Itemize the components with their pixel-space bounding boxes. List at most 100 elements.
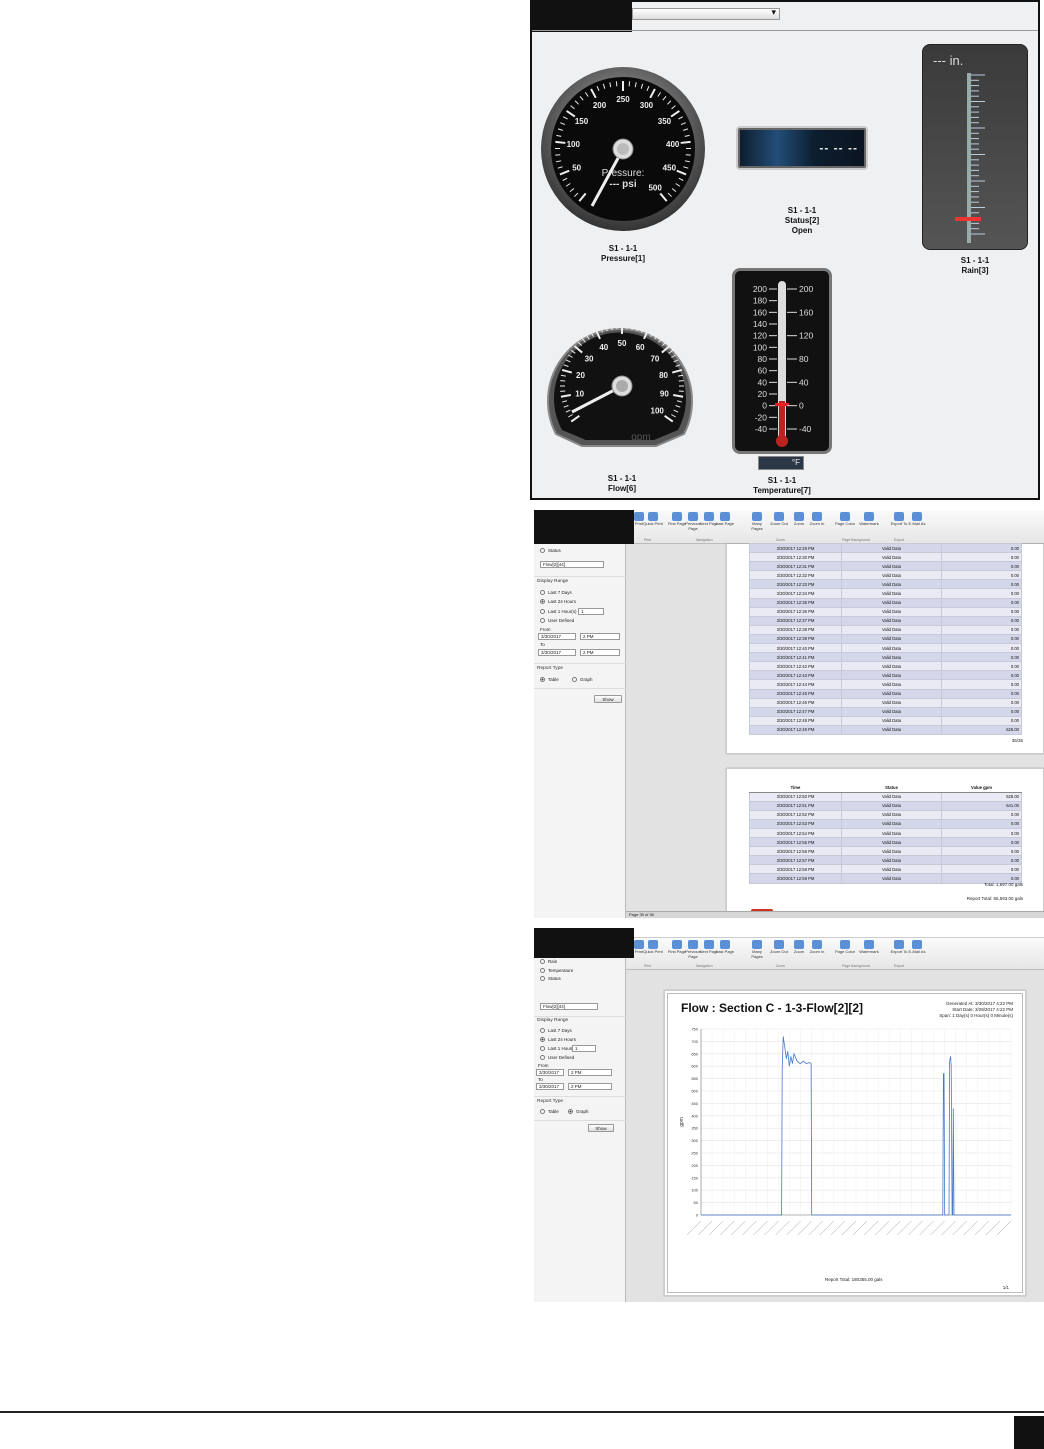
ribbon-button[interactable]: Zoom In <box>806 940 828 955</box>
from-date-field[interactable]: 3/30/2017 <box>536 1069 564 1076</box>
radio-icon[interactable] <box>540 959 545 964</box>
radio-selected-icon[interactable] <box>540 677 545 682</box>
to-time-field[interactable]: 2 PM <box>568 1083 612 1090</box>
temperature-caption-line2: Temperature[7] <box>753 486 811 495</box>
radio-selected-icon[interactable] <box>568 1109 573 1114</box>
report-type-header: Report Type <box>537 1099 564 1104</box>
ribbon-button[interactable]: Last Page <box>714 512 736 527</box>
x-tick-mark <box>808 1220 823 1236</box>
ribbon-button[interactable]: Watermark <box>858 940 880 955</box>
table-cell: 3/30/2017 12:54 PM <box>749 827 842 839</box>
report-type-table[interactable]: Table <box>540 677 559 682</box>
table-cell: Valid Data <box>841 679 942 690</box>
sensor-dropdown[interactable]: Flow[2][44] <box>540 1003 598 1010</box>
ribbon-group-label: Navigation <box>696 538 713 542</box>
status-radio-icon[interactable] <box>540 548 545 553</box>
show-button[interactable]: Show <box>588 1124 614 1132</box>
table-cell: 628.00 <box>941 791 1022 802</box>
to-date-value: 3/30/2017 <box>541 650 562 655</box>
ribbon-button[interactable]: Zoom Out <box>768 512 790 527</box>
radio-icon[interactable] <box>540 1046 545 1051</box>
radio-icon[interactable] <box>540 618 545 623</box>
range-option-label: Last 24 Hours <box>548 1037 577 1042</box>
from-time-field[interactable]: 2 PM <box>580 633 620 640</box>
table-cell: 0.00 <box>941 688 1022 699</box>
temp-left-label: -20 <box>755 412 768 422</box>
x-tick-mark <box>863 1220 879 1236</box>
flow-tick-label: 70 <box>650 354 659 363</box>
sensor-type-radio[interactable]: Rain <box>540 959 557 964</box>
table-cell: 0.00 <box>941 579 1022 590</box>
sensor-dropdown[interactable]: Flow[2][44] <box>540 561 604 568</box>
radio-icon[interactable] <box>540 967 545 973</box>
ribbon-button[interactable]: Page Color <box>834 512 856 527</box>
radio-icon[interactable] <box>540 1055 545 1060</box>
sensor-type-radio[interactable]: Temperature <box>540 967 573 973</box>
table-cell: 0.00 <box>941 864 1022 875</box>
table-row: 3/30/2017 12:58 PM Valid Data 0.00 <box>749 864 1022 875</box>
ribbon-button[interactable]: Watermark <box>858 512 880 527</box>
ribbon-button[interactable]: E-Mail As <box>906 512 928 527</box>
radio-icon[interactable] <box>540 609 545 614</box>
header-divider <box>532 30 1038 31</box>
sidebar-divider <box>534 663 626 664</box>
report-type-graph[interactable]: Graph <box>568 1109 589 1114</box>
status-radio[interactable]: Status <box>540 548 561 553</box>
section-dropdown[interactable] <box>632 7 780 20</box>
hours-stepper[interactable]: 1 <box>578 608 604 615</box>
radio-icon[interactable] <box>540 590 545 595</box>
sensor-type-radio[interactable]: Status <box>540 976 561 981</box>
to-date-field[interactable]: 3/30/2017 <box>538 649 576 656</box>
radio-icon[interactable] <box>540 976 545 981</box>
range-last-7-days[interactable]: Last 7 Days <box>540 590 572 595</box>
range-user-defined[interactable]: User Defined <box>540 1055 574 1060</box>
show-button[interactable]: Show <box>594 695 622 703</box>
table-cell: 0.00 <box>941 643 1022 654</box>
table-cell: 3/30/2017 12:29 PM <box>749 542 842 554</box>
table-row: 3/30/2017 12:56 PM Valid Data 0.00 <box>749 846 1022 857</box>
radio-icon[interactable] <box>540 1109 545 1114</box>
from-label: From <box>538 1063 549 1068</box>
range-user-defined[interactable]: User Defined <box>540 618 574 623</box>
ribbon-button[interactable]: Quick Print <box>642 512 664 527</box>
radio-icon[interactable] <box>572 677 577 682</box>
ribbon-button[interactable]: E-Mail As <box>906 940 928 955</box>
ribbon-button[interactable]: Many Pages <box>746 940 768 959</box>
to-time-field[interactable]: 2 PM <box>580 649 620 656</box>
ribbon-icon <box>720 940 730 949</box>
from-time-field[interactable]: 2 PM <box>568 1069 612 1076</box>
table-cell: 0.00 <box>941 652 1022 663</box>
report-type-table[interactable]: Table <box>540 1109 559 1114</box>
hours-stepper[interactable]: 1 <box>572 1045 596 1052</box>
range-last-7-days[interactable]: Last 7 Days <box>540 1028 572 1033</box>
ribbon-icon <box>648 940 658 949</box>
x-tick-mark <box>985 1220 1001 1236</box>
range-last-24-hours[interactable]: Last 24 Hours <box>540 1037 576 1042</box>
table-row: 3/30/2017 12:53 PM Valid Data 0.00 <box>749 818 1022 829</box>
ribbon-button[interactable]: Zoom In <box>806 512 828 527</box>
report-type-graph[interactable]: Graph <box>572 677 593 682</box>
table-cell: Valid Data <box>841 624 942 635</box>
radio-selected-icon[interactable] <box>540 1037 545 1042</box>
to-date-field[interactable]: 3/30/2017 <box>536 1083 564 1090</box>
table-cell: Valid Data <box>841 643 942 654</box>
gauge-tick <box>680 140 691 144</box>
range-last-24-hours[interactable]: Last 24 Hours <box>540 599 576 604</box>
from-date-field[interactable]: 3/30/2017 <box>538 633 576 640</box>
ribbon-button[interactable]: Many Pages <box>746 512 768 531</box>
ribbon-button-label: Zoom In <box>809 949 825 954</box>
temp-left-label: -40 <box>755 424 768 434</box>
ribbon-group-label: Zoom <box>776 964 785 968</box>
report-table-page1: 3/30/2017 12:29 PM Valid Data 0.00 3/30/201… <box>749 542 1022 735</box>
graph-report-page: Flow : Section C - 1-3-Flow[2][2] Genera… <box>664 990 1026 1296</box>
ribbon-button-label: Page Color <box>834 949 855 954</box>
radio-selected-icon[interactable] <box>540 599 545 604</box>
radio-icon[interactable] <box>540 1028 545 1033</box>
range-last-hours[interactable]: Last 1 Hour(s) <box>540 609 577 614</box>
ribbon-button[interactable]: Last Page <box>714 940 736 955</box>
table-cell: Valid Data <box>841 615 942 626</box>
ribbon-button[interactable]: Quick Print <box>642 940 664 955</box>
ribbon-button[interactable]: Zoom Out <box>768 940 790 955</box>
ribbon-button[interactable]: Page Color <box>834 940 856 955</box>
ribbon-icon <box>704 940 714 949</box>
